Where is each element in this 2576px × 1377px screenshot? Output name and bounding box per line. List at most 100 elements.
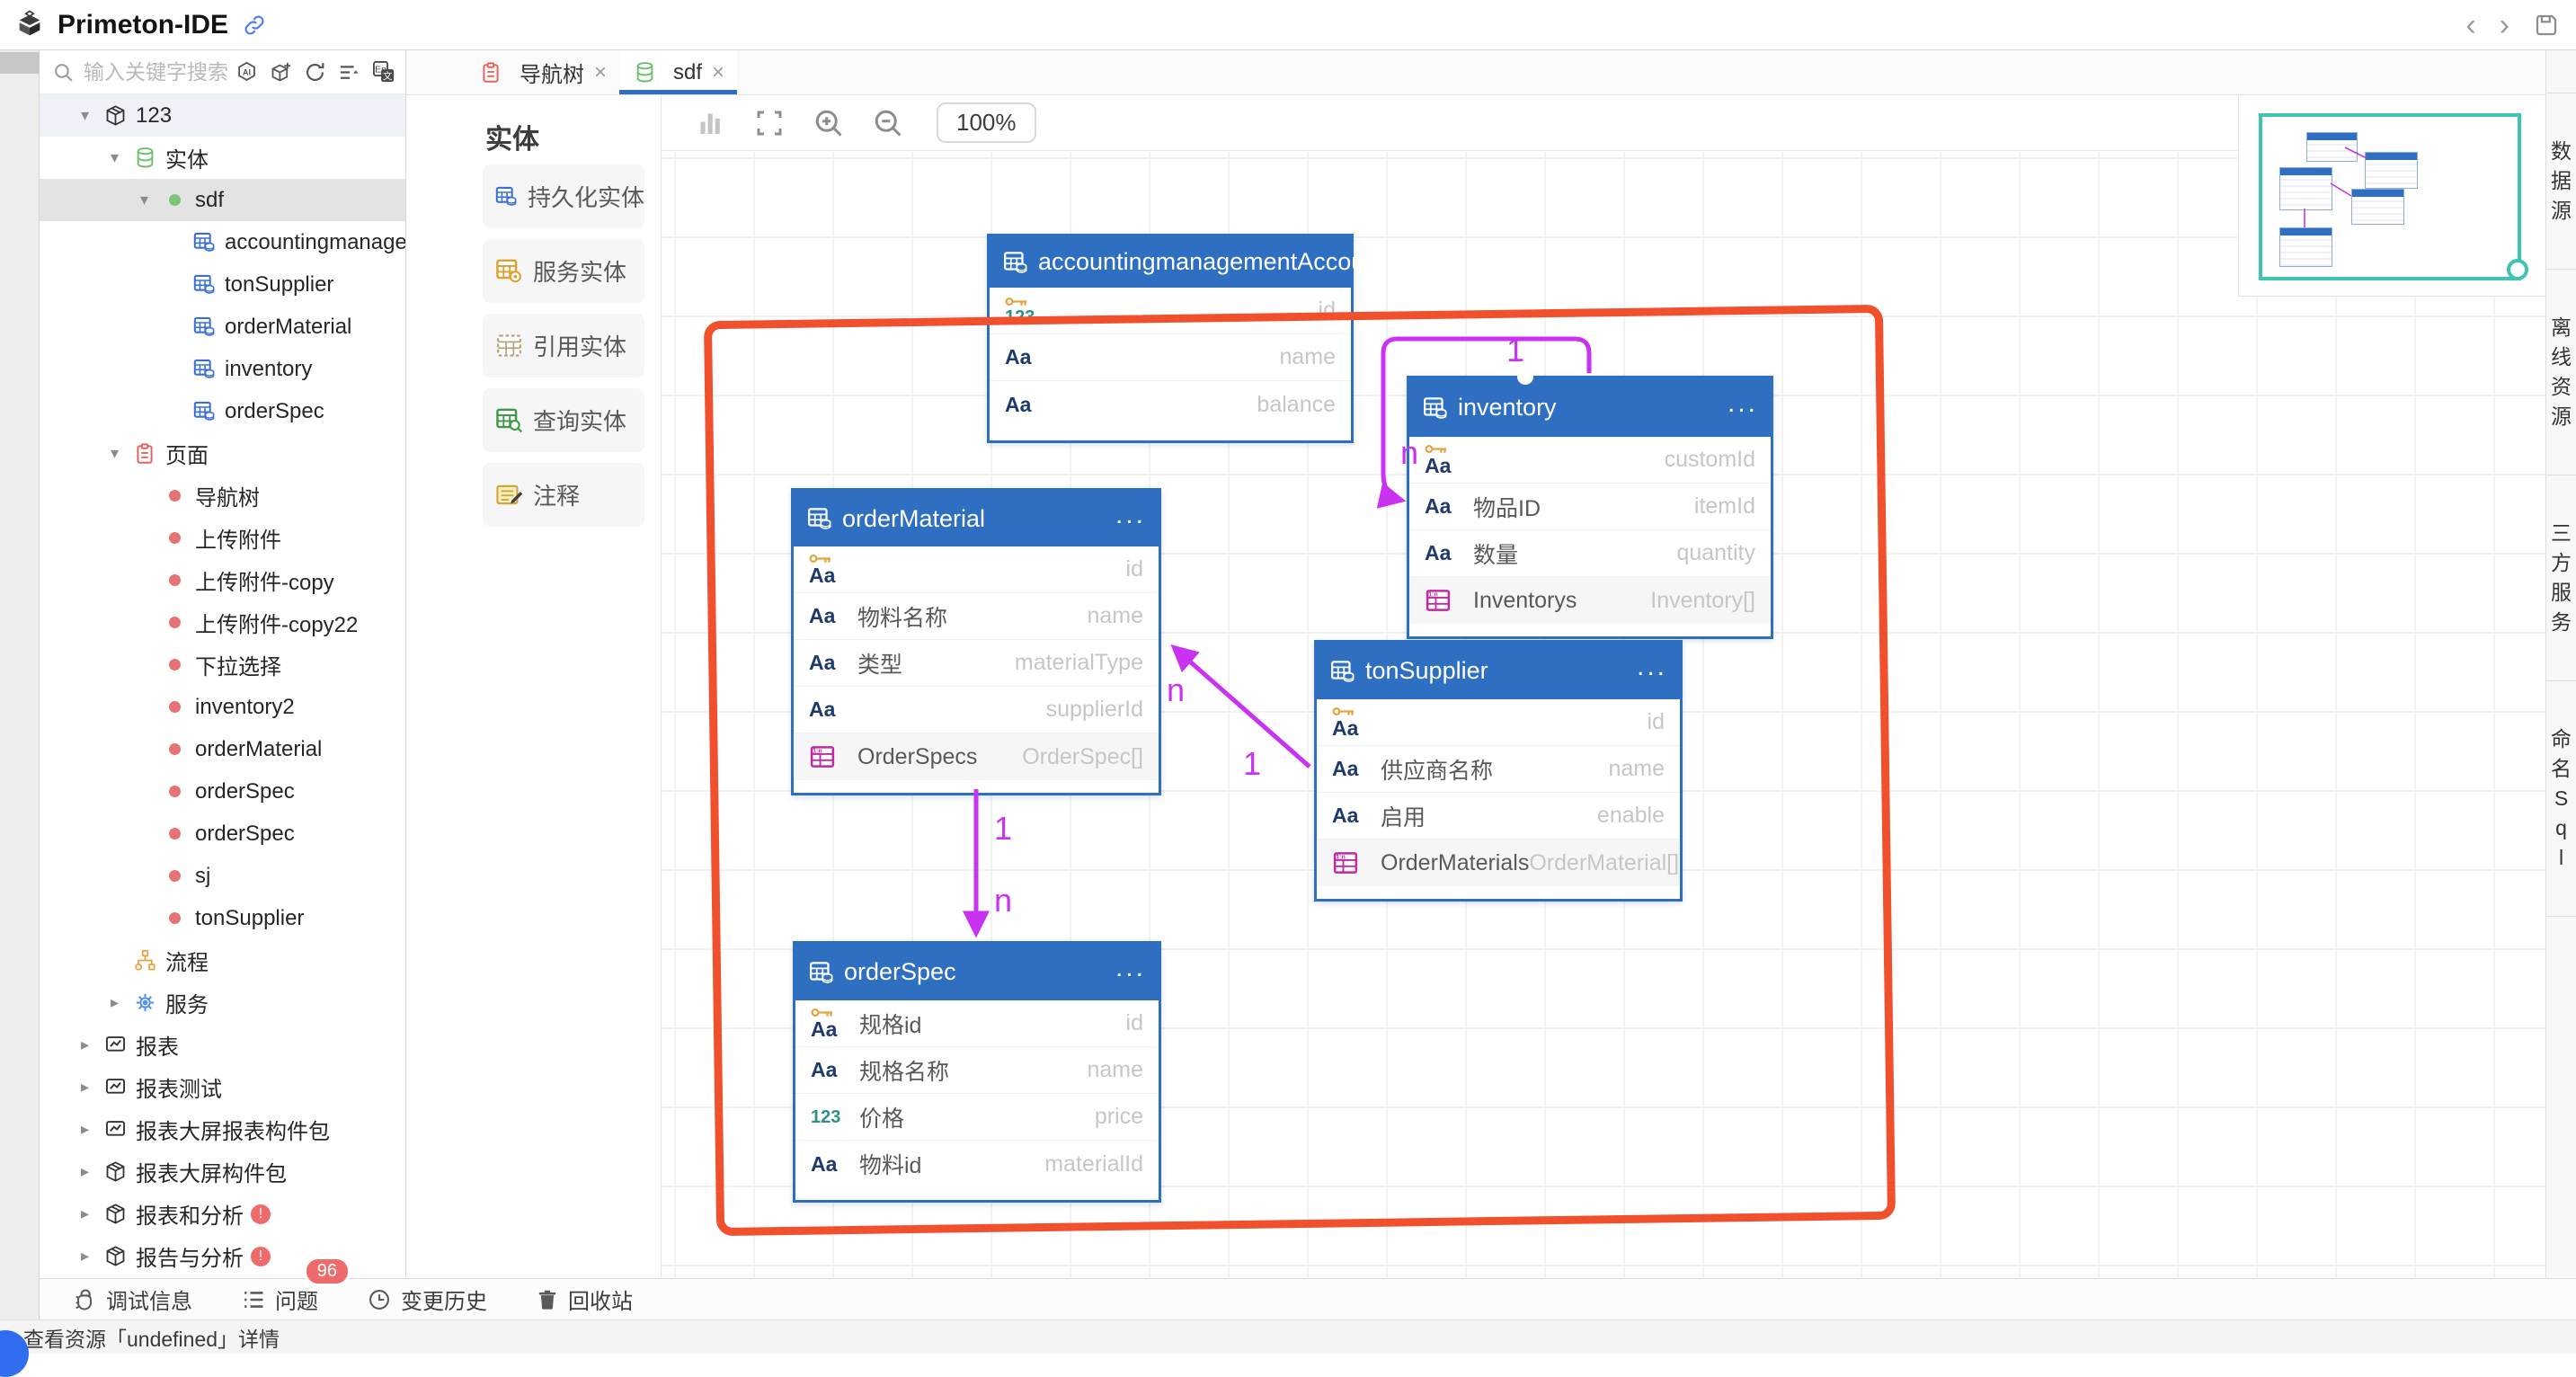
translate-icon[interactable]: En文 [371,59,396,84]
refresh-icon[interactable] [303,60,327,84]
chevron-down-icon[interactable]: ▾ [81,106,102,125]
entity-name: accountingmanagementAccount [1038,248,1385,276]
tree-item-报表[interactable]: ▸报表 [40,1024,405,1066]
tab-导航树[interactable]: 导航树 × [466,50,619,94]
table-gear-orange-icon [494,256,524,286]
dot-red-icon [162,526,187,551]
tree-item-label: sj [195,864,210,889]
tree-item-label: 流程 [165,945,209,976]
chevron-right-icon[interactable]: ▸ [111,993,132,1012]
database-green-icon [632,60,657,85]
table-blue-icon [191,357,217,382]
bar-chart-icon[interactable] [694,107,726,139]
chevron-right-icon[interactable]: ▸ [81,1204,102,1223]
entity-menu-icon[interactable]: ... [1394,251,1425,273]
tree-item-orderMaterial[interactable]: orderMaterial [40,306,405,348]
sidebar-search-row: AI En文 [40,50,405,94]
zoom-in-icon[interactable] [813,107,845,139]
zoom-level-indicator[interactable]: 100% [937,102,1036,143]
tree-item-报表大屏报表构件包[interactable]: ▸报表大屏报表构件包 [40,1108,405,1150]
table-dashed-icon [494,331,524,360]
tree-item-报表大屏构件包[interactable]: ▸报表大屏构件包 [40,1150,405,1193]
palette-item-服务实体[interactable]: 服务实体 [483,239,644,303]
activity-bar [0,50,40,1319]
nav-back-icon[interactable]: ‹ [2465,10,2475,40]
zoom-out-icon[interactable] [872,107,904,139]
chevron-down-icon[interactable]: ▾ [111,148,132,167]
cube-plus-icon[interactable] [269,60,293,84]
diagram-canvas[interactable]: accountingmanagementAccount ... 123 id A… [662,152,2545,1278]
tree-item-accountingmanagementAccount[interactable]: accountingmanagementAccount [40,221,405,263]
chevron-right-icon[interactable]: ▸ [81,1162,102,1181]
tree-item-123[interactable]: ▾123 [40,94,405,137]
save-icon[interactable] [2533,12,2560,39]
tree-item-sj[interactable]: sj [40,855,405,897]
chevron-right-icon[interactable]: ▸ [81,1078,102,1097]
chevron-right-icon[interactable]: ▸ [81,1247,102,1266]
dot-red-icon [162,568,187,593]
tree-item-报表和分析[interactable]: ▸报表和分析! [40,1193,405,1235]
tree-item-inventory[interactable]: inventory [40,348,405,390]
dot-red-icon [162,610,187,635]
fit-screen-icon[interactable] [753,107,786,139]
ai-assistant-icon[interactable]: AI [235,60,259,84]
chevron-right-icon[interactable]: ▸ [81,1120,102,1139]
chevron-down-icon[interactable]: ▾ [140,191,162,209]
bottom-item-调试信息[interactable]: 调试信息 [72,1284,192,1315]
tree-item-流程[interactable]: 流程 [40,939,405,982]
right-tab-三方服务[interactable]: 三方服务 [2546,475,2576,681]
tree-item-orderMaterial[interactable]: orderMaterial [40,728,405,770]
tree-item-sdf[interactable]: ▾sdf [40,179,405,221]
close-icon[interactable]: × [594,60,607,85]
right-tab-离线资源[interactable]: 离线资源 [2546,270,2576,475]
tree-item-上传附件[interactable]: 上传附件 [40,517,405,559]
bottom-item-问题[interactable]: 问题 96 [241,1284,318,1315]
sort-icon[interactable] [337,60,361,84]
bottom-item-变更历史[interactable]: 变更历史 [367,1284,487,1315]
tree-item-实体[interactable]: ▾实体 [40,137,405,179]
tree-item-label: 下拉选择 [195,649,281,680]
chevron-down-icon[interactable]: ▾ [111,444,132,463]
palette-item-持久化实体[interactable]: 持久化实体 [483,164,644,228]
tree-item-下拉选择[interactable]: 下拉选择 [40,644,405,686]
chevron-right-icon[interactable]: ▸ [81,1035,102,1054]
right-tab-命名Sql[interactable]: 命名Sql [2546,681,2576,917]
right-tab-数据源[interactable]: 数据源 [2546,93,2576,270]
tree-item-orderSpec[interactable]: orderSpec [40,390,405,432]
tree-item-上传附件-copy[interactable]: 上传附件-copy [40,559,405,601]
tree-item-inventory2[interactable]: inventory2 [40,686,405,728]
tree-item-tonSupplier[interactable]: tonSupplier [40,263,405,306]
tree-item-导航树[interactable]: 导航树 [40,475,405,517]
palette-item-引用实体[interactable]: 引用实体 [483,314,644,378]
nav-forward-icon[interactable]: › [2500,10,2509,40]
tree-item-label: accountingmanagementAccount [225,230,406,255]
tree-item-上传附件-copy22[interactable]: 上传附件-copy22 [40,601,405,644]
tree-item-label: orderMaterial [225,315,351,340]
tab-sdf[interactable]: sdf × [619,50,737,94]
activity-tab-resources[interactable] [0,52,40,74]
clipboard-red-icon [132,441,157,466]
tree-item-tonSupplier[interactable]: tonSupplier [40,897,405,939]
tree-item-报表测试[interactable]: ▸报表测试 [40,1066,405,1108]
minimap-resize-handle[interactable] [2507,259,2528,280]
tree-item-orderSpec[interactable]: orderSpec [40,813,405,855]
bottom-item-回收站[interactable]: 回收站 [536,1284,633,1315]
status-bar: 查看资源「undefined」详情 [0,1319,2576,1354]
dot-red-icon [162,779,187,804]
error-badge: ! [251,1204,271,1224]
share-link-icon[interactable] [243,13,266,37]
table-blue-icon [191,272,217,298]
clipboard-red-icon [478,60,503,85]
search-input[interactable] [82,59,235,85]
selection-annotation-box[interactable] [704,305,1896,1236]
palette-item-注释[interactable]: 注释 [483,463,644,527]
close-icon[interactable]: × [712,60,724,85]
entity-header[interactable]: accountingmanagementAccount ... [990,236,1351,288]
minimap-panel[interactable] [2238,95,2545,297]
error-badge: ! [251,1247,271,1266]
palette-item-查询实体[interactable]: 查询实体 [483,388,644,452]
tree-item-orderSpec[interactable]: orderSpec [40,770,405,813]
tree-item-服务[interactable]: ▸服务 [40,982,405,1024]
tree-item-页面[interactable]: ▾页面 [40,432,405,475]
status-text: 查看资源「undefined」详情 [23,1322,280,1353]
